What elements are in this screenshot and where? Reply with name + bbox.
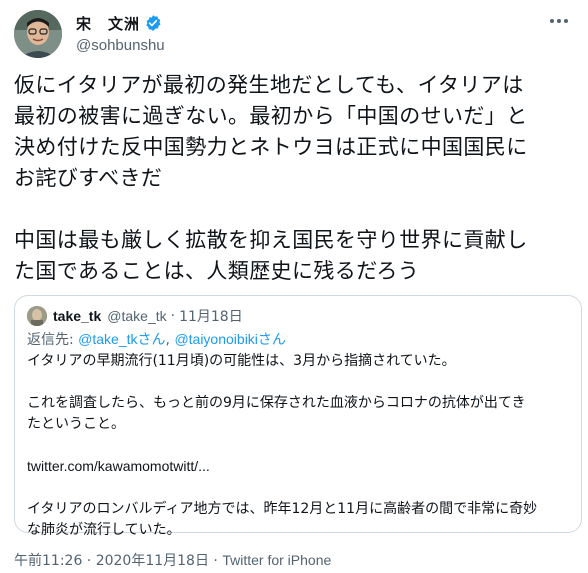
quoted-display-name[interactable]: take_tk: [53, 308, 101, 324]
quoted-paragraph-2: これを調査したら、もっと前の9月に保存された血液からコロナの抗体が出てき たとい…: [27, 395, 526, 432]
tweet-timestamp[interactable]: 午前11:26 · 2020年11月18日: [14, 553, 209, 569]
quoted-paragraph-3: イタリアのロンバルディア地方では、昨年12月と11月に高齢者の間で非常に奇妙 な…: [27, 501, 538, 538]
quoted-avatar[interactable]: [27, 306, 47, 326]
reply-mention-2[interactable]: @taiyonoibikiさん: [174, 331, 285, 347]
reply-prefix: 返信先:: [27, 332, 79, 348]
quoted-separator: ·: [170, 308, 176, 324]
quoted-paragraph-1: イタリアの早期流行(11月頃)の可能性は、3月から指摘されていた。: [27, 353, 456, 369]
quoted-link: twitter.com/kawamomotwitt/...: [27, 458, 210, 474]
tweet-text-line: 最初の被害に過ぎない。最初から「中国のせいだ」と: [14, 104, 528, 128]
reply-context: 返信先: @take_tkさん, @taiyonoibikiさん: [27, 329, 286, 349]
author-display-name[interactable]: 宋 文洲: [76, 13, 140, 34]
more-options-icon[interactable]: [544, 10, 574, 32]
author-handle[interactable]: @sohbunshu: [76, 37, 165, 54]
tweet-text-line: た国であることは、人類歴史に残るだろう: [14, 259, 420, 283]
tweet: 宋 文洲 @sohbunshu 仮にイタリアが最初の発生地だとしても、イタリアは…: [0, 0, 588, 573]
meta-separator: ·: [208, 553, 223, 569]
verified-badge-icon: [144, 14, 162, 32]
tweet-text-line: 中国は最も厳しく拡散を抑え国民を守り世界に貢献し: [14, 228, 528, 252]
quoted-date[interactable]: 11月18日: [179, 306, 243, 326]
quoted-tweet[interactable]: take_tk @take_tk · 11月18日 返信先: @take_tkさ…: [14, 295, 582, 538]
tweet-source[interactable]: Twitter for iPhone: [222, 552, 331, 568]
tweet-text-line: 決め付けた反中国勢力とネトウヨは正式に中国国民に: [14, 135, 528, 159]
quoted-tweet-body: イタリアの早期流行(11月頃)の可能性は、3月から指摘されていた。 これを調査し…: [27, 351, 567, 541]
tweet-text: 仮にイタリアが最初の発生地だとしても、イタリアは 最初の被害に過ぎない。最初から…: [14, 70, 576, 287]
author-names: 宋 文洲 @sohbunshu: [76, 12, 165, 55]
tweet-text-line: 仮にイタリアが最初の発生地だとしても、イタリアは: [14, 73, 524, 97]
tweet-meta: 午前11:26 · 2020年11月18日 · Twitter for iPho…: [14, 550, 331, 570]
avatar[interactable]: [14, 10, 62, 58]
quoted-tweet-header: take_tk @take_tk · 11月18日: [27, 306, 243, 326]
tweet-text-line: お詫びすべきだ: [14, 166, 163, 190]
quoted-handle[interactable]: @take_tk: [107, 308, 166, 324]
reply-mention-1[interactable]: @take_tkさん: [78, 331, 165, 347]
tweet-header: 宋 文洲 @sohbunshu: [14, 8, 574, 60]
